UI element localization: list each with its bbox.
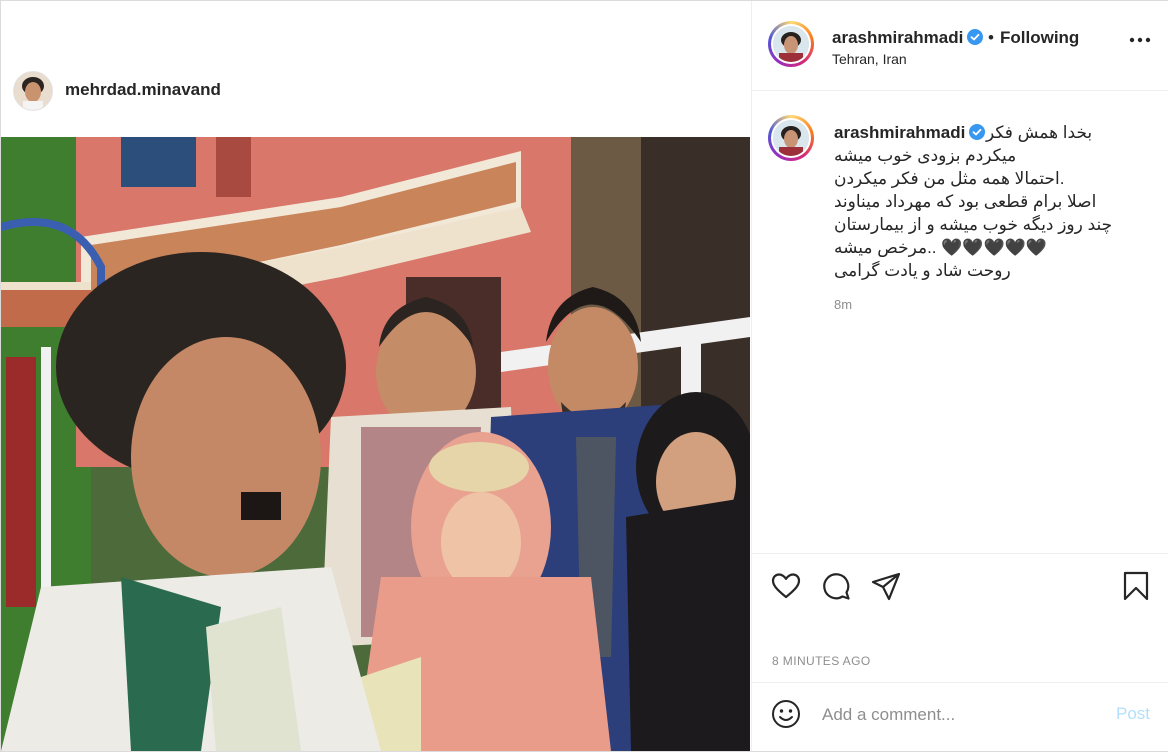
share-icon[interactable] <box>870 570 902 602</box>
caption-author-avatar[interactable] <box>768 115 814 161</box>
actions-section: 8 MINUTES AGO Post <box>752 553 1168 752</box>
post-header: arashmirahmadi • Following Tehran, Iran <box>752 1 1168 91</box>
post-modal: mehrdad.minavand arashmirahmadi • Follow… <box>0 0 1168 752</box>
like-heart-icon[interactable] <box>770 570 802 602</box>
separator-dot: • <box>988 28 994 47</box>
comment-icon[interactable] <box>820 570 852 602</box>
post-media: mehrdad.minavand <box>1 1 750 751</box>
post-location[interactable]: Tehran, Iran <box>832 51 907 67</box>
emoji-icon[interactable] <box>770 698 802 730</box>
author-username[interactable]: arashmirahmadi <box>832 28 963 47</box>
caption-line: بخدا همش فکر <box>986 123 1093 142</box>
caption-line: مرخص میشه.. 🖤🖤🖤🖤🖤 <box>834 238 1048 257</box>
author-avatar[interactable] <box>768 21 814 67</box>
caption-line: احتمالا همه مثل من فکر میکردن. <box>834 169 1065 188</box>
tagged-username[interactable]: mehrdad.minavand <box>65 80 221 100</box>
caption-line: روحت شاد و یادت گرامی <box>834 261 1011 280</box>
tagged-user-avatar[interactable] <box>13 71 53 111</box>
more-options-icon[interactable] <box>1128 35 1152 45</box>
caption-time[interactable]: 8m <box>834 297 852 312</box>
save-bookmark-icon[interactable] <box>1120 570 1152 602</box>
caption-text: بخدا همش فکر میکردم بزودی خوب میشه احتما… <box>834 121 1154 282</box>
verified-badge-icon <box>967 29 984 45</box>
following-button[interactable]: Following <box>1000 28 1079 48</box>
post-side-panel: arashmirahmadi • Following Tehran, Iran <box>751 1 1168 751</box>
post-timestamp[interactable]: 8 MINUTES AGO <box>772 654 871 668</box>
caption-line: اصلا برام قطعی بود که مهرداد میناوند <box>834 192 1097 211</box>
media-header: mehrdad.minavand <box>1 1 750 137</box>
post-photo[interactable] <box>1 137 750 751</box>
post-comment-button[interactable]: Post <box>1116 704 1150 724</box>
comment-input[interactable] <box>822 704 1102 726</box>
caption-line: میکردم بزودی خوب میشه <box>834 146 1017 165</box>
caption-line: چند روز دیگه خوب میشه و از بیمارستان <box>834 215 1113 234</box>
